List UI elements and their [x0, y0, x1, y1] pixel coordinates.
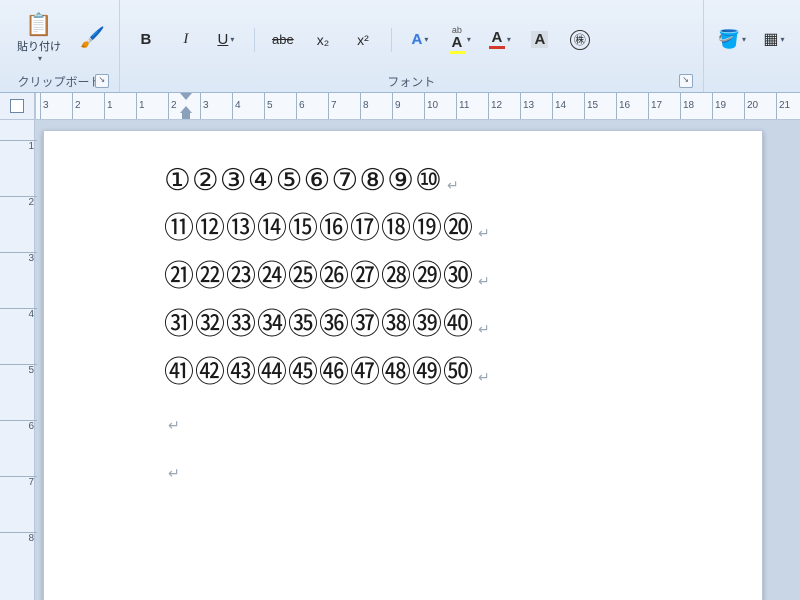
- chevron-down-icon: ▾: [38, 54, 42, 63]
- ruler-tick: 17: [648, 93, 662, 119]
- paragraph-mark-icon: ↵: [478, 371, 491, 387]
- ruler-tick: 19: [712, 93, 726, 119]
- empty-paragraph[interactable]: ↵: [164, 445, 762, 493]
- ruler-tick: 18: [680, 93, 694, 119]
- paragraph-mark-icon: ↵: [478, 275, 491, 291]
- font-color-button[interactable]: A ▾: [484, 27, 516, 53]
- table-borders-icon: ▦: [763, 29, 778, 49]
- empty-paragraph[interactable]: ↵: [164, 397, 762, 445]
- left-indent-icon: [182, 113, 190, 119]
- highlight-swatch: [449, 51, 465, 54]
- document-page[interactable]: ①②③④⑤⑥⑦⑧⑨⑩↵⑪⑫⑬⑭⑮⑯⑰⑱⑲⑳↵㉑㉒㉓㉔㉕㉖㉗㉘㉙㉚↵㉛㉜㉝㉞㉟㊱㊲…: [43, 130, 763, 600]
- document-line[interactable]: ⑪⑫⑬⑭⑮⑯⑰⑱⑲⑳↵: [164, 205, 762, 253]
- paragraph-mark-icon: ↵: [447, 179, 460, 195]
- format-painter-button[interactable]: 🖌️: [76, 25, 109, 51]
- ribbon-group-paragraph: 🪣 ▾ ▦ ▾: [704, 0, 800, 92]
- document-line[interactable]: ㉛㉜㉝㉞㉟㊱㊲㊳㊴㊵↵: [164, 301, 762, 349]
- chevron-down-icon: ▾: [467, 35, 471, 44]
- vertical-ruler[interactable]: 1 2 3 4 5 6 7 8: [0, 120, 35, 600]
- indent-marker[interactable]: [180, 93, 192, 119]
- paragraph-mark-icon: ↵: [168, 467, 181, 483]
- vruler-tick: 5: [0, 364, 37, 376]
- chevron-down-icon: ▾: [424, 35, 428, 44]
- char-shading-button[interactable]: A: [524, 27, 556, 53]
- paste-button[interactable]: 📋 貼り付け ▾: [10, 7, 68, 68]
- enclose-chars-button[interactable]: ㊑: [564, 27, 596, 53]
- ruler-tick: 5: [264, 93, 273, 119]
- document-line[interactable]: ①②③④⑤⑥⑦⑧⑨⑩↵: [164, 157, 762, 205]
- paintbrush-icon: 🖌️: [80, 25, 105, 50]
- vruler-tick: 1: [0, 140, 37, 152]
- tab-type-icon: [10, 99, 24, 113]
- ruler-tick: 1: [104, 93, 113, 119]
- ruler-tick: 4: [232, 93, 241, 119]
- vruler-tick: 4: [0, 308, 37, 320]
- ruler-tick: 9: [392, 93, 401, 119]
- vruler-tick: 6: [0, 420, 37, 432]
- tab-selector[interactable]: [0, 93, 35, 119]
- separator: [254, 28, 255, 52]
- fontcolor-swatch: [489, 46, 505, 49]
- ruler-tick: 16: [616, 93, 630, 119]
- subscript-button[interactable]: x₂: [307, 27, 339, 53]
- ruler-tick: 8: [360, 93, 369, 119]
- chevron-down-icon: ▾: [507, 35, 511, 44]
- ribbon-group-font: B I U ▾ abe x₂ x² A ▾ ab A: [120, 0, 704, 92]
- ribbon: 📋 貼り付け ▾ 🖌️ クリップボード ↘ B I U ▾ abe x₂ x²: [0, 0, 800, 93]
- vruler-tick: 3: [0, 252, 37, 264]
- ruler-tick: 12: [488, 93, 502, 119]
- paragraph-mark-icon: ↵: [478, 323, 491, 339]
- ruler-tick: 2: [72, 93, 81, 119]
- ruler-tick: 21: [776, 93, 790, 119]
- paint-bucket-icon: 🪣: [718, 29, 740, 50]
- ruler-tick: 20: [744, 93, 758, 119]
- chevron-down-icon: ▾: [781, 35, 785, 44]
- ruler-tick: 1: [136, 93, 145, 119]
- clipboard-icon: 📋: [25, 12, 52, 38]
- ruler-tick: 3: [40, 93, 49, 119]
- underline-button[interactable]: U ▾: [210, 27, 242, 53]
- ruler-tick: 10: [424, 93, 438, 119]
- highlight-button[interactable]: ab A ▾: [444, 27, 476, 53]
- italic-button[interactable]: I: [170, 27, 202, 53]
- ruler-scale[interactable]: 32112345678910111213141516171819202122: [35, 93, 800, 119]
- paragraph-mark-icon: ↵: [168, 419, 181, 435]
- ruler-tick: 15: [584, 93, 598, 119]
- strikethrough-button[interactable]: abe: [267, 27, 299, 53]
- superscript-button[interactable]: x²: [347, 27, 379, 53]
- text-effects-button[interactable]: A ▾: [404, 27, 436, 53]
- ruler-tick: 11: [456, 93, 469, 119]
- ruler-tick: 3: [200, 93, 209, 119]
- horizontal-ruler[interactable]: 32112345678910111213141516171819202122: [0, 93, 800, 120]
- document-line[interactable]: ㉑㉒㉓㉔㉕㉖㉗㉘㉙㉚↵: [164, 253, 762, 301]
- chevron-down-icon: ▾: [742, 35, 746, 44]
- editor-workspace: 1 2 3 4 5 6 7 8 ①②③④⑤⑥⑦⑧⑨⑩↵⑪⑫⑬⑭⑮⑯⑰⑱⑲⑳↵㉑㉒㉓㉔㉕㉖㉗㉘㉙…: [0, 120, 800, 600]
- document-line[interactable]: ㊶㊷㊸㊹㊺㊻㊼㊽㊾㊿↵: [164, 349, 762, 397]
- ruler-tick: 7: [328, 93, 337, 119]
- chevron-down-icon: ▾: [230, 35, 234, 44]
- first-line-indent-icon: [180, 93, 192, 100]
- font-group-label: フォント ↘: [130, 71, 693, 90]
- vruler-tick: 7: [0, 476, 37, 488]
- ruler-tick: 6: [296, 93, 305, 119]
- vruler-tick: 2: [0, 196, 37, 208]
- hanging-indent-icon: [180, 106, 192, 113]
- shading-button[interactable]: 🪣 ▾: [714, 26, 750, 52]
- borders-button[interactable]: ▦ ▾: [758, 26, 790, 52]
- font-dialog-launcher[interactable]: ↘: [679, 74, 693, 88]
- ruler-tick: 14: [552, 93, 566, 119]
- ruler-tick: 2: [168, 93, 177, 119]
- separator: [391, 28, 392, 52]
- ribbon-group-clipboard: 📋 貼り付け ▾ 🖌️ クリップボード ↘: [0, 0, 120, 92]
- bold-button[interactable]: B: [130, 27, 162, 53]
- ruler-tick: 13: [520, 93, 534, 119]
- clipboard-dialog-launcher[interactable]: ↘: [95, 74, 109, 88]
- vruler-tick: 8: [0, 532, 37, 544]
- clipboard-group-label: クリップボード ↘: [10, 71, 109, 90]
- paragraph-mark-icon: ↵: [478, 227, 491, 243]
- paste-label: 貼り付け: [17, 38, 61, 54]
